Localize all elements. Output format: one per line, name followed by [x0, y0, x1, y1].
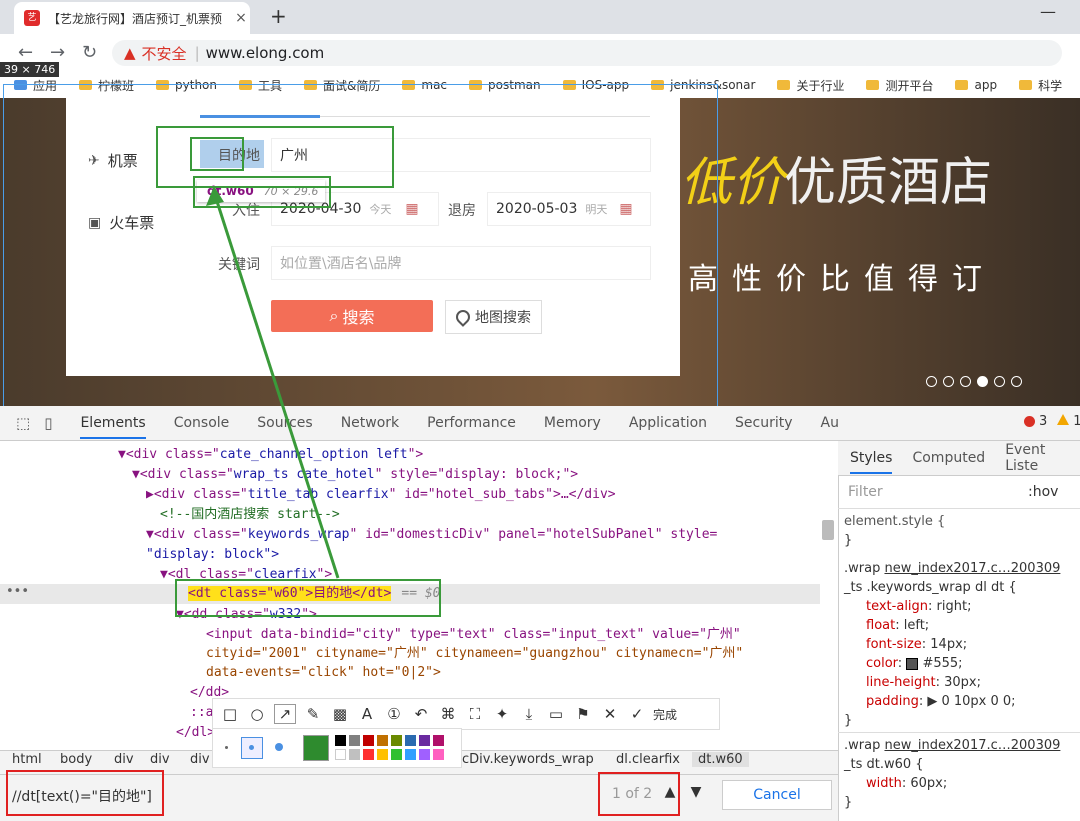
- annotation-arrow-icon: [206, 186, 340, 579]
